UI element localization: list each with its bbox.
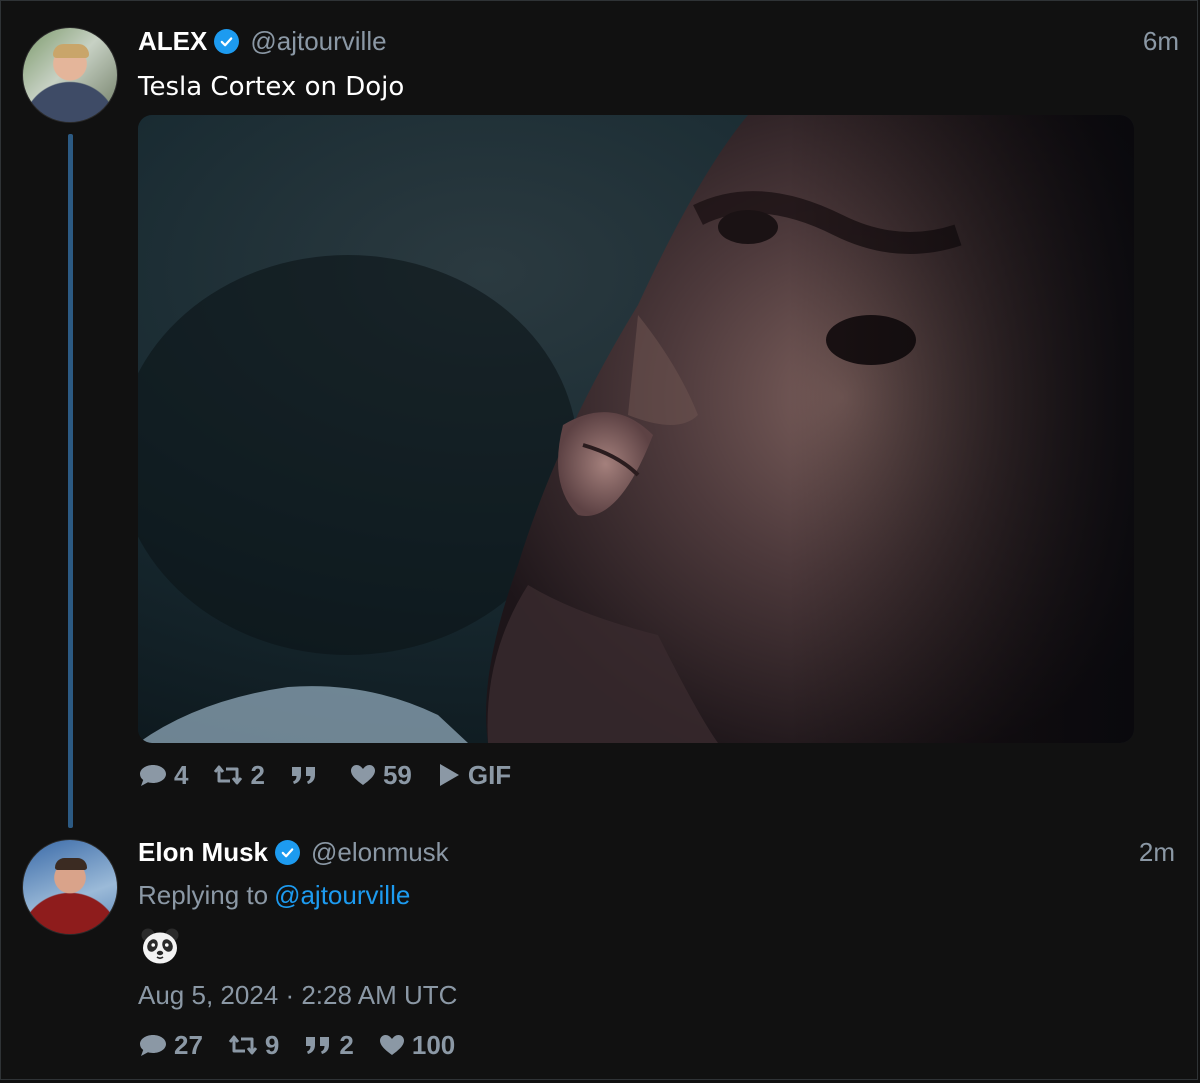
replying-prefix: Replying to [138,880,269,910]
display-name[interactable]: Elon Musk [138,837,268,868]
retweet-count: 9 [264,1029,280,1060]
tweet[interactable]: ALEX @ajtourville 6m Tesla Cortex on Doj… [1,1,1200,828]
retweet-stat[interactable]: 9 [227,1030,279,1061]
gif-play-stat[interactable]: GIF [436,760,511,791]
timestamp[interactable]: 6m [1143,25,1179,57]
replying-to-link[interactable]: @ajtourville [274,880,410,910]
reply-count: 27 [174,1029,203,1060]
verified-badge-icon [214,28,240,54]
reply-icon [140,1035,166,1056]
tweet-date[interactable]: Aug 5, 2024 · 2:28 AM UTC [138,979,457,1011]
thread-container: ALEX @ajtourville 6m Tesla Cortex on Doj… [0,0,1198,1080]
verified-badge-icon [275,839,301,865]
tweet-header: Elon Musk @elonmusk [138,836,449,868]
timestamp[interactable]: 2m [1139,836,1175,868]
like-stat[interactable]: 59 [349,760,412,791]
reply-stat[interactable]: 4 [138,760,188,791]
retweet-count: 2 [250,759,265,790]
media-type-label: GIF [467,759,512,790]
tweet-stats: 4 2 59 GIF [138,759,535,791]
tweet-media-gif[interactable] [138,115,1134,743]
quote-icon [291,767,315,784]
quote-icon [306,1037,330,1054]
like-count: 100 [411,1029,456,1060]
reply-count: 4 [174,759,189,790]
tweet-text: Tesla Cortex on Dojo [138,72,405,102]
handle[interactable]: @elonmusk [311,837,449,868]
reply-icon [140,765,166,786]
like-stat[interactable]: 100 [378,1030,455,1061]
quote-count: 2 [339,1029,354,1060]
heart-icon [379,1035,404,1055]
panda-face-icon [141,928,179,964]
thread-connector-line [68,134,73,828]
quote-stat[interactable] [289,762,325,788]
display-name[interactable]: ALEX [138,26,207,57]
play-icon [439,764,459,786]
replying-to-line: Replying to @ajtourville [138,879,410,911]
retweet-icon [214,765,243,785]
retweet-stat[interactable]: 2 [212,759,265,791]
avatar[interactable] [22,839,118,935]
gif-still-face-image [138,115,1134,743]
reply-stat[interactable]: 27 [138,1030,203,1061]
retweet-icon [228,1035,258,1055]
tweet-header: ALEX @ajtourville [138,25,387,57]
avatar[interactable] [22,27,118,123]
quote-stat[interactable]: 2 [303,1029,354,1061]
tweet-stats: 27 9 2 100 [138,1029,479,1061]
handle[interactable]: @ajtourville [250,26,386,57]
heart-icon [350,765,375,785]
like-count: 59 [382,759,412,790]
